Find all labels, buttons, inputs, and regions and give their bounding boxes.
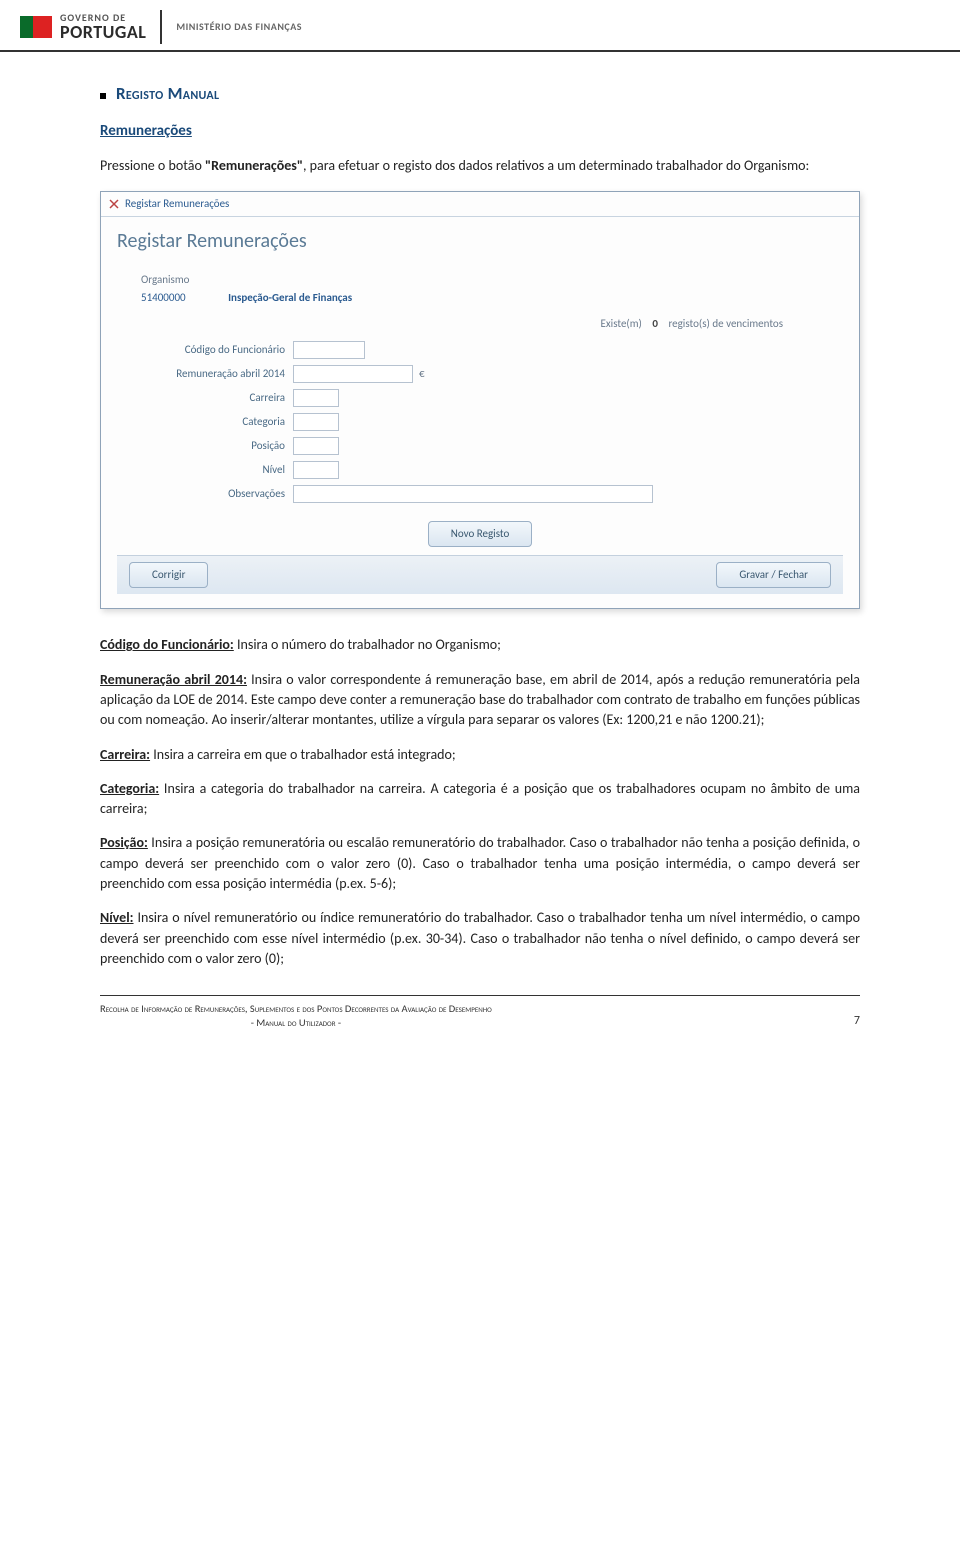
row-carreira: Carreira [133, 389, 827, 407]
def-codigo-text: Insira o número do trabalhador no Organi… [234, 636, 501, 653]
app-screenshot-panel: Registar Remunerações Registar Remuneraç… [100, 191, 860, 610]
def-posicao-title: Posição: [100, 834, 148, 851]
input-nivel[interactable] [293, 461, 339, 479]
gravar-fechar-button[interactable]: Gravar / Fechar [716, 562, 831, 588]
org-value-row: 51400000 Inspeção-Geral de Finanças [117, 290, 843, 316]
label-obs: Observações [133, 486, 293, 502]
footer-line1: Recolha de Informação de Remunerações, S… [100, 1002, 492, 1016]
footer-rule [100, 995, 860, 996]
content-area: Registo Manual Remunerações Pressione o … [0, 52, 960, 969]
def-codigo-title: Código do Funcionário: [100, 636, 234, 653]
org-code: 51400000 [141, 290, 186, 306]
def-categoria-text: Insira a categoria do trabalhador na car… [100, 780, 860, 817]
org-name: Inspeção-Geral de Finanças [228, 291, 352, 304]
app-tab: Registar Remunerações [101, 192, 859, 217]
row-remun: Remuneração abril 2014 € [133, 365, 827, 383]
count-value: 0 [644, 316, 666, 332]
def-carreira: Carreira: Insira a carreira em que o tra… [100, 745, 860, 765]
novo-registo-button[interactable]: Novo Registo [428, 521, 533, 547]
portugal-flag-icon [20, 16, 52, 38]
page-number: 7 [854, 1013, 860, 1030]
app-body: Registar Remunerações Organismo 51400000… [101, 217, 859, 609]
def-carreira-title: Carreira: [100, 746, 150, 763]
label-nivel: Nível [133, 462, 293, 478]
input-remun[interactable] [293, 365, 413, 383]
row-obs: Observações [133, 485, 827, 503]
def-carreira-text: Insira a carreira em que o trabalhador e… [150, 746, 456, 763]
app-tab-label: Registar Remunerações [125, 196, 229, 212]
footer-line2: - Manual do Utilizador - [100, 1016, 492, 1030]
bottom-button-bar: Corrigir Gravar / Fechar [117, 555, 843, 594]
org-label: Organismo [117, 266, 843, 290]
suffix-euro: € [419, 366, 425, 382]
count-post: registo(s) de vencimentos [668, 317, 783, 330]
form-block: Código do Funcionário Remuneração abril … [117, 337, 843, 513]
intro-paragraph: Pressione o botão "Remunerações", para e… [100, 156, 860, 176]
input-categoria[interactable] [293, 413, 339, 431]
records-count-row: Existe(m) 0 registo(s) de vencimentos [117, 316, 843, 332]
header-separator [160, 10, 162, 44]
row-codigo: Código do Funcionário [133, 341, 827, 359]
def-categoria: Categoria: Insira a categoria do trabalh… [100, 779, 860, 820]
def-remun-title: Remuneração abril 2014: [100, 671, 247, 688]
ministry-text: MINISTÉRIO DAS FINANÇAS [176, 20, 302, 35]
label-codigo: Código do Funcionário [133, 342, 293, 358]
corrigir-button[interactable]: Corrigir [129, 562, 208, 588]
input-carreira[interactable] [293, 389, 339, 407]
intro-before: Pressione o botão [100, 157, 205, 174]
page-footer: Recolha de Informação de Remunerações, S… [0, 1002, 960, 1052]
gov-big-text: PORTUGAL [60, 23, 146, 41]
def-nivel-text: Insira o nível remuneratório ou índice r… [100, 909, 860, 967]
intro-after: , para efetuar o registo dos dados relat… [303, 157, 809, 174]
footer-text-block: Recolha de Informação de Remunerações, S… [100, 1002, 492, 1030]
label-posicao: Posição [133, 438, 293, 454]
def-codigo: Código do Funcionário: Insira o número d… [100, 635, 860, 655]
def-categoria-title: Categoria: [100, 780, 159, 797]
def-remun: Remuneração abril 2014: Insira o valor c… [100, 670, 860, 731]
def-posicao: Posição: Insira a posição remuneratória … [100, 833, 860, 894]
page-header: GOVERNO DE PORTUGAL MINISTÉRIO DAS FINAN… [0, 0, 960, 52]
section-heading-row: Registo Manual [100, 82, 860, 107]
count-pre: Existe(m) [601, 317, 642, 330]
label-remun: Remuneração abril 2014 [133, 366, 293, 382]
panel-title: Registar Remunerações [117, 227, 843, 256]
label-carreira: Carreira [133, 390, 293, 406]
row-categoria: Categoria [133, 413, 827, 431]
intro-quoted: "Remunerações" [205, 157, 303, 174]
row-nivel: Nível [133, 461, 827, 479]
row-posicao: Posição [133, 437, 827, 455]
def-nivel: Nível: Insira o nível remuneratório ou í… [100, 908, 860, 969]
def-nivel-title: Nível: [100, 909, 134, 926]
input-obs[interactable] [293, 485, 653, 503]
gov-logo-text: GOVERNO DE PORTUGAL [60, 13, 146, 41]
input-posicao[interactable] [293, 437, 339, 455]
close-icon[interactable] [109, 199, 119, 209]
bullet-icon [100, 93, 106, 99]
input-codigo[interactable] [293, 341, 365, 359]
label-categoria: Categoria [133, 414, 293, 430]
btn-row-novo: Novo Registo [117, 521, 843, 547]
subsection-link[interactable]: Remunerações [100, 121, 192, 143]
section-heading: Registo Manual [116, 82, 219, 107]
def-posicao-text: Insira a posição remuneratória ou escalã… [100, 834, 860, 892]
